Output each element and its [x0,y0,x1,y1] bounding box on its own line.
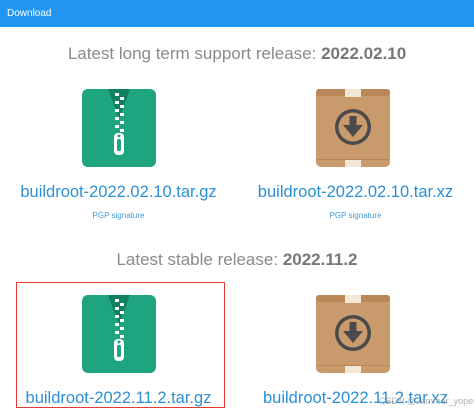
package-box-download-icon[interactable] [316,89,390,167]
selection-highlight-box [16,282,225,408]
zip-archive-icon[interactable] [82,89,156,167]
lts-tar-xz-link[interactable]: buildroot-2022.02.10.tar.xz [237,183,474,202]
lts-version: 2022.02.10 [321,44,407,63]
package-box-download-icon[interactable] [316,295,390,373]
stable-heading: Latest stable release: 2022.11.2 [0,250,474,270]
stable-heading-label: Latest stable release: [116,250,279,269]
lts-heading-label: Latest long term support release: [67,44,317,63]
lts-tar-gz-link[interactable]: buildroot-2022.02.10.tar.gz [0,183,237,202]
lts-gz-pgp-link[interactable]: PGP signature [0,211,237,220]
stable-version: 2022.11.2 [282,250,358,269]
watermark: CSDN @Jammer_yoper [379,396,474,406]
window-title: Download [7,8,52,19]
lts-heading: Latest long term support release: 2022.0… [0,44,474,64]
lts-xz-pgp-link[interactable]: PGP signature [237,211,474,220]
window-titlebar: Download [0,0,474,27]
